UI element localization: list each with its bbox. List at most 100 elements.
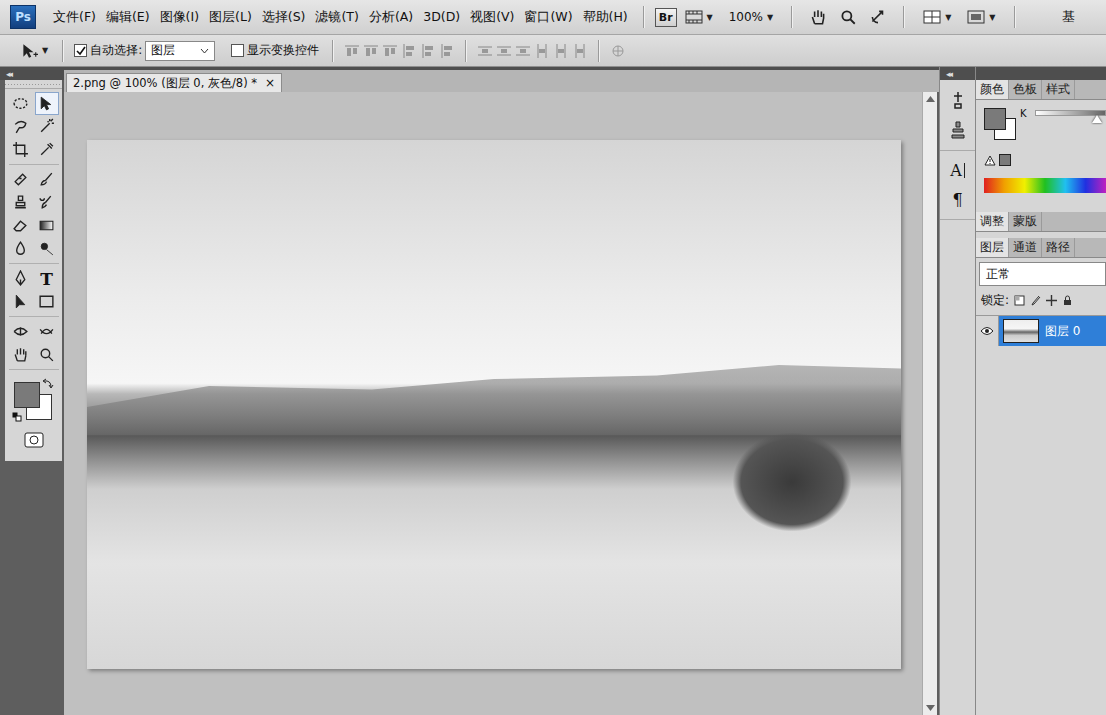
view-extras-button[interactable]: ▼ — [685, 10, 713, 24]
panel-tab[interactable]: 调整 — [976, 212, 1009, 231]
tool-button[interactable] — [35, 237, 59, 260]
align-icon[interactable] — [420, 43, 436, 59]
align-icon[interactable] — [382, 43, 398, 59]
align-icon[interactable] — [553, 43, 569, 59]
tool-button[interactable] — [9, 267, 33, 290]
zoom-level[interactable]: 100% ▼ — [729, 10, 773, 24]
align-icon[interactable] — [363, 43, 379, 59]
workspace-button[interactable]: 基 — [1062, 8, 1075, 26]
menu-item[interactable]: 3D(D) — [418, 9, 465, 26]
menu-item[interactable]: 选择(S) — [257, 9, 311, 26]
menu-item[interactable]: 帮助(H) — [578, 9, 633, 26]
brushes-icon[interactable] — [949, 90, 967, 110]
document-tab[interactable]: 2.png @ 100% (图层 0, 灰色/8) * × — [66, 73, 282, 92]
menu-item[interactable]: 图层(L) — [204, 9, 257, 26]
tool-button[interactable] — [35, 214, 59, 237]
panel-tab[interactable]: 色板 — [1009, 80, 1042, 99]
collapse-button[interactable]: ◂◂ — [6, 69, 11, 79]
blend-mode-select[interactable]: 正常 — [979, 262, 1106, 286]
align-icon[interactable] — [534, 43, 550, 59]
foreground-color[interactable] — [984, 108, 1006, 130]
rotate-view-icon[interactable] — [869, 8, 887, 26]
tool-button[interactable] — [9, 92, 33, 115]
lock-all-icon[interactable] — [1062, 295, 1073, 306]
color-spectrum[interactable] — [984, 178, 1106, 193]
tool-button[interactable] — [9, 343, 33, 366]
tool-button[interactable] — [9, 168, 33, 191]
show-transform-checkbox[interactable]: 显示变换控件 — [231, 42, 319, 59]
tool-button[interactable] — [9, 290, 33, 313]
slider-thumb[interactable] — [1092, 115, 1102, 123]
align-icon[interactable] — [572, 43, 588, 59]
foreground-color[interactable] — [14, 382, 40, 408]
align-icon[interactable] — [439, 43, 455, 59]
visibility-toggle[interactable] — [976, 316, 999, 346]
panel-tab[interactable]: 通道 — [1009, 238, 1042, 257]
menu-item[interactable]: 视图(V) — [465, 9, 519, 26]
menu-item[interactable]: 文件(F) — [48, 9, 101, 26]
swap-colors-icon[interactable] — [42, 378, 54, 390]
tool-button[interactable] — [9, 214, 33, 237]
character-panel-button[interactable]: A — [950, 161, 965, 180]
close-button[interactable]: × — [265, 76, 275, 90]
lock-pixels-icon[interactable] — [1030, 295, 1041, 306]
auto-select-target[interactable]: 图层 — [145, 41, 215, 61]
tool-button[interactable] — [35, 168, 59, 191]
align-icon[interactable] — [477, 43, 493, 59]
default-colors-icon[interactable] — [12, 412, 22, 422]
menu-item[interactable]: 滤镜(T) — [310, 9, 363, 26]
tool-button[interactable] — [35, 92, 59, 115]
align-icon[interactable] — [401, 43, 417, 59]
panel-tab[interactable]: 样式 — [1042, 80, 1075, 99]
align-icon[interactable] — [515, 43, 531, 59]
collapse-button[interactable]: ◂◂ — [946, 69, 951, 79]
tool-button[interactable] — [35, 320, 59, 343]
hand-icon[interactable] — [809, 8, 827, 26]
tool-button[interactable] — [35, 290, 59, 313]
menu-item[interactable]: 编辑(E) — [101, 9, 155, 26]
tool-button[interactable] — [9, 191, 33, 214]
tool-button[interactable] — [35, 191, 59, 214]
tool-preset-picker[interactable]: ▼ — [20, 42, 48, 60]
quick-mask-button[interactable] — [24, 432, 44, 451]
tool-button[interactable] — [9, 320, 33, 343]
panel-tab[interactable]: 蒙版 — [1009, 212, 1042, 231]
lock-transparent-icon[interactable] — [1014, 295, 1025, 306]
arrange-documents-button[interactable]: ▼ — [923, 10, 951, 24]
scroll-down-icon[interactable] — [926, 705, 935, 711]
vertical-scrollbar[interactable] — [922, 92, 939, 715]
clone-source-icon[interactable] — [949, 120, 967, 140]
tool-button[interactable] — [35, 115, 59, 138]
align-icon[interactable] — [344, 43, 360, 59]
align-icon[interactable] — [496, 43, 512, 59]
lock-position-icon[interactable] — [1046, 295, 1057, 306]
auto-select-checkbox[interactable]: 自动选择: — [74, 42, 142, 59]
toolbox-grip[interactable] — [5, 80, 62, 89]
tool-button[interactable] — [9, 138, 33, 161]
paragraph-panel-button[interactable]: ¶ — [952, 190, 962, 209]
menu-item[interactable]: 窗口(W) — [519, 9, 577, 26]
align-icon[interactable] — [610, 43, 626, 59]
panel-tab[interactable]: 颜色 — [976, 80, 1009, 99]
gamut-swatch[interactable] — [999, 154, 1011, 166]
panel-tab[interactable]: 图层 — [976, 238, 1009, 257]
tool-button[interactable] — [35, 138, 59, 161]
tool-button[interactable] — [35, 343, 59, 366]
k-slider[interactable] — [1035, 110, 1106, 126]
screen-mode-button[interactable]: ▼ — [967, 10, 995, 24]
tool-button[interactable] — [9, 115, 33, 138]
photo[interactable] — [87, 140, 901, 669]
bridge-button[interactable]: Br — [655, 8, 677, 27]
scroll-up-icon[interactable] — [926, 96, 935, 102]
menu-bar: Ps 文件(F)编辑(E)图像(I)图层(L)选择(S)滤镜(T)分析(A)3D… — [0, 0, 1106, 35]
zoom-icon[interactable] — [839, 8, 857, 26]
tool-button[interactable] — [9, 237, 33, 260]
menu-item[interactable]: 图像(I) — [155, 9, 204, 26]
layer-row[interactable]: 图层 0 — [976, 315, 1106, 346]
panel-tab[interactable]: 路径 — [1042, 238, 1075, 257]
warning-icon[interactable] — [984, 155, 996, 166]
menu-item[interactable]: 分析(A) — [364, 9, 418, 26]
ps-logo[interactable]: Ps — [10, 5, 36, 29]
tool-button[interactable]: T — [35, 267, 59, 290]
type-tool-glyph: T — [40, 269, 53, 289]
